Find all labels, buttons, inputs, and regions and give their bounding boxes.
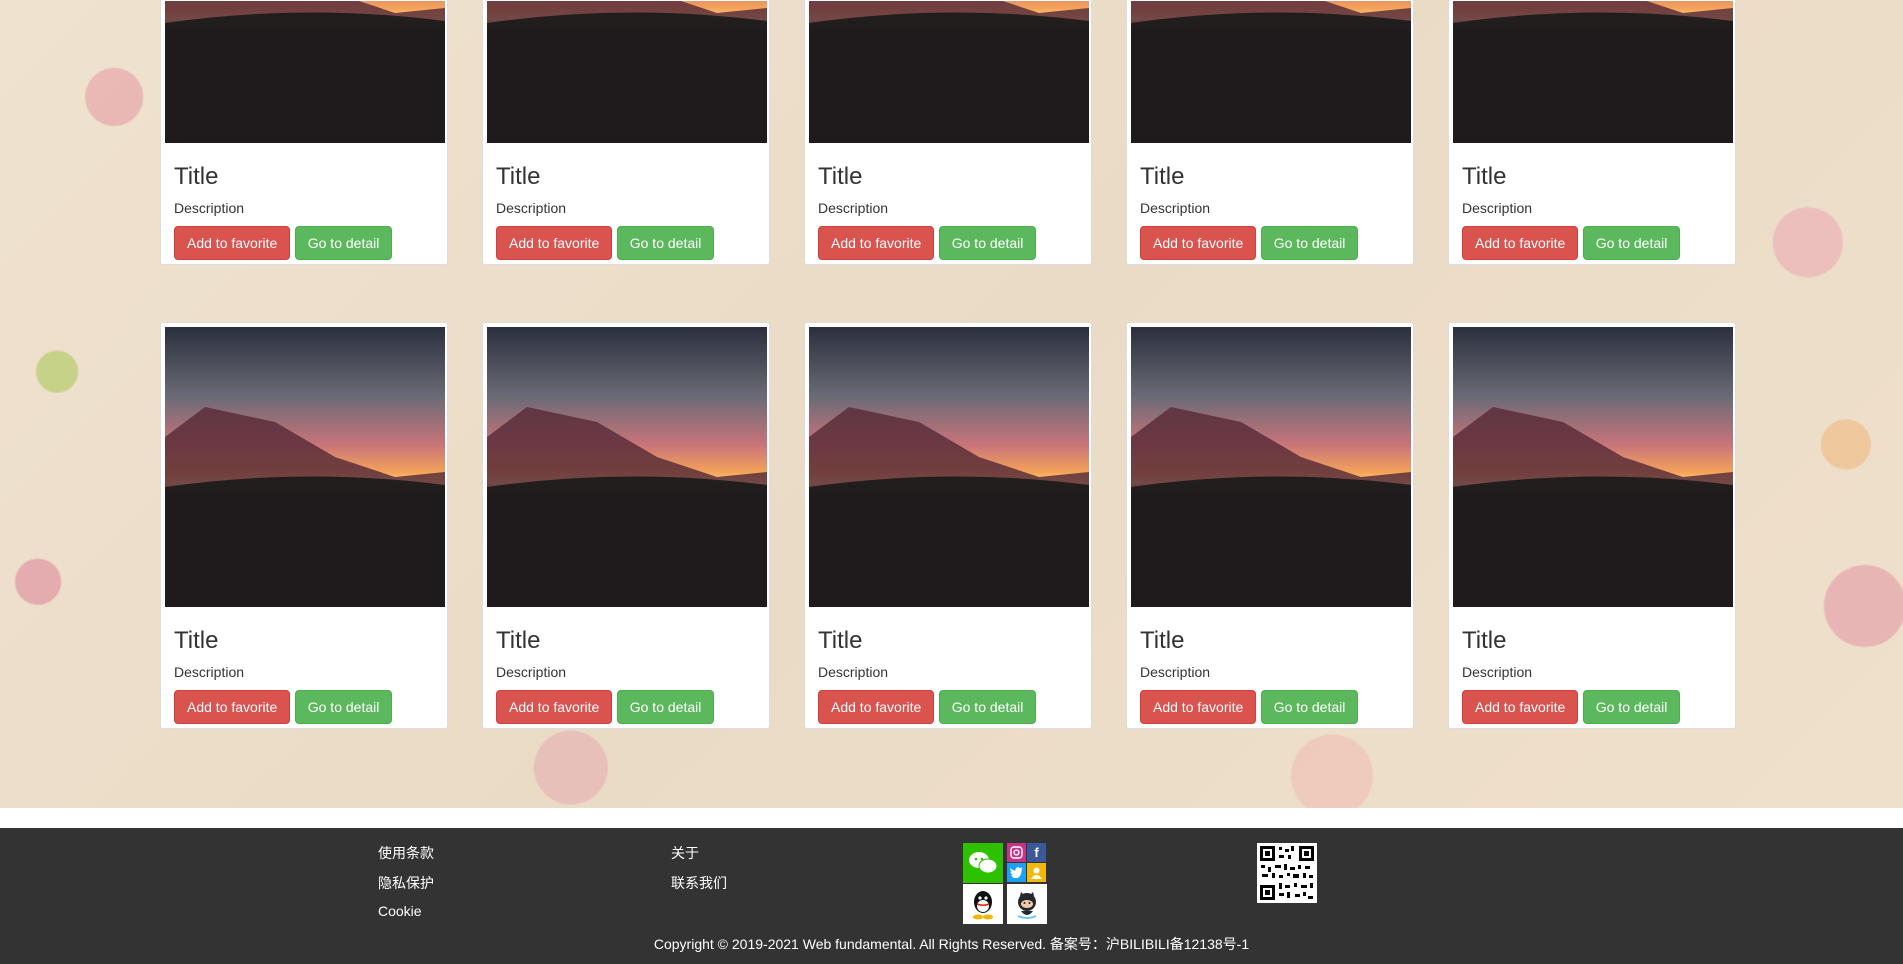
card-image — [809, 1, 1089, 143]
instagram-icon[interactable] — [1007, 843, 1026, 862]
go-to-detail-button[interactable]: Go to detail — [1260, 226, 1359, 261]
footer-link-terms[interactable]: 使用条款 — [378, 843, 434, 863]
add-to-favorite-button[interactable]: Add to favorite — [818, 226, 935, 261]
card-description: Description — [1462, 664, 1533, 681]
card-image — [487, 1, 767, 143]
go-to-detail-button[interactable]: Go to detail — [1582, 690, 1681, 725]
footer-link-about[interactable]: 关于 — [671, 843, 699, 863]
github-icon[interactable] — [1007, 884, 1047, 924]
card: Title Description Add to favorite Go to … — [804, 0, 1092, 266]
card-image — [1131, 327, 1411, 607]
go-to-detail-button[interactable]: Go to detail — [616, 226, 715, 261]
card-title: Title — [1462, 627, 1507, 654]
qr-code-icon — [1257, 843, 1317, 903]
card: Title Description Add to favorite Go to … — [160, 0, 448, 266]
card: Title Description Add to favorite Go to … — [482, 322, 770, 730]
card-title: Title — [174, 163, 219, 190]
qq-icon[interactable] — [963, 884, 1003, 924]
card-image — [809, 327, 1089, 607]
go-to-detail-button[interactable]: Go to detail — [938, 226, 1037, 261]
wechat-icon[interactable] — [963, 843, 1003, 883]
card-description: Description — [1462, 200, 1533, 217]
go-to-detail-button[interactable]: Go to detail — [1260, 690, 1359, 725]
card-image — [165, 1, 445, 143]
card-title: Title — [818, 627, 863, 654]
card-description: Description — [1140, 200, 1211, 217]
add-to-favorite-button[interactable]: Add to favorite — [818, 690, 935, 725]
card: Title Description Add to favorite Go to … — [482, 0, 770, 266]
copyright-text: Copyright © 2019-2021 Web fundamental. A… — [0, 934, 1903, 954]
card-description: Description — [174, 200, 245, 217]
card-description: Description — [818, 200, 889, 217]
card-description: Description — [496, 664, 567, 681]
card-title: Title — [496, 627, 541, 654]
card-title: Title — [1140, 163, 1185, 190]
card: Title Description Add to favorite Go to … — [1126, 0, 1414, 266]
site-footer: 使用条款 隐私保护 Cookie 关于 联系我们 f Copyright © 2… — [0, 828, 1903, 964]
card: Title Description Add to favorite Go to … — [160, 322, 448, 730]
add-to-favorite-button[interactable]: Add to favorite — [174, 226, 291, 261]
card-description: Description — [496, 200, 567, 217]
card-title: Title — [496, 163, 541, 190]
card-image — [487, 327, 767, 607]
card-description: Description — [174, 664, 245, 681]
footer-link-privacy[interactable]: 隐私保护 — [378, 873, 434, 893]
card: Title Description Add to favorite Go to … — [1448, 322, 1736, 730]
go-to-detail-button[interactable]: Go to detail — [1582, 226, 1681, 261]
card-title: Title — [1462, 163, 1507, 190]
go-to-detail-button[interactable]: Go to detail — [616, 690, 715, 725]
footer-link-cookie[interactable]: Cookie — [378, 903, 422, 919]
add-to-favorite-button[interactable]: Add to favorite — [496, 226, 613, 261]
card-image — [165, 327, 445, 607]
add-to-favorite-button[interactable]: Add to favorite — [1140, 226, 1257, 261]
card-description: Description — [818, 664, 889, 681]
card-title: Title — [174, 627, 219, 654]
card-image — [1453, 1, 1733, 143]
card-image — [1453, 327, 1733, 607]
add-to-favorite-button[interactable]: Add to favorite — [1462, 226, 1579, 261]
thumbnail-grid: Title Description Add to favorite Go to … — [0, 0, 1903, 808]
section-separator — [0, 808, 1903, 828]
card-image — [1131, 1, 1411, 143]
card-title: Title — [1140, 627, 1185, 654]
add-to-favorite-button[interactable]: Add to favorite — [1462, 690, 1579, 725]
facebook-icon[interactable]: f — [1027, 843, 1046, 862]
contact-icon[interactable] — [1027, 863, 1046, 882]
card: Title Description Add to favorite Go to … — [804, 322, 1092, 730]
add-to-favorite-button[interactable]: Add to favorite — [496, 690, 613, 725]
card: Title Description Add to favorite Go to … — [1126, 322, 1414, 730]
social-icons: f — [963, 843, 1049, 924]
go-to-detail-button[interactable]: Go to detail — [294, 690, 393, 725]
add-to-favorite-button[interactable]: Add to favorite — [174, 690, 291, 725]
card-description: Description — [1140, 664, 1211, 681]
go-to-detail-button[interactable]: Go to detail — [938, 690, 1037, 725]
go-to-detail-button[interactable]: Go to detail — [294, 226, 393, 261]
card-title: Title — [818, 163, 863, 190]
copyright-label: Copyright © 2019-2021 Web fundamental. A… — [653, 936, 1250, 952]
card: Title Description Add to favorite Go to … — [1448, 0, 1736, 266]
footer-link-contact[interactable]: 联系我们 — [671, 873, 727, 893]
add-to-favorite-button[interactable]: Add to favorite — [1140, 690, 1257, 725]
twitter-icon[interactable] — [1007, 863, 1026, 882]
